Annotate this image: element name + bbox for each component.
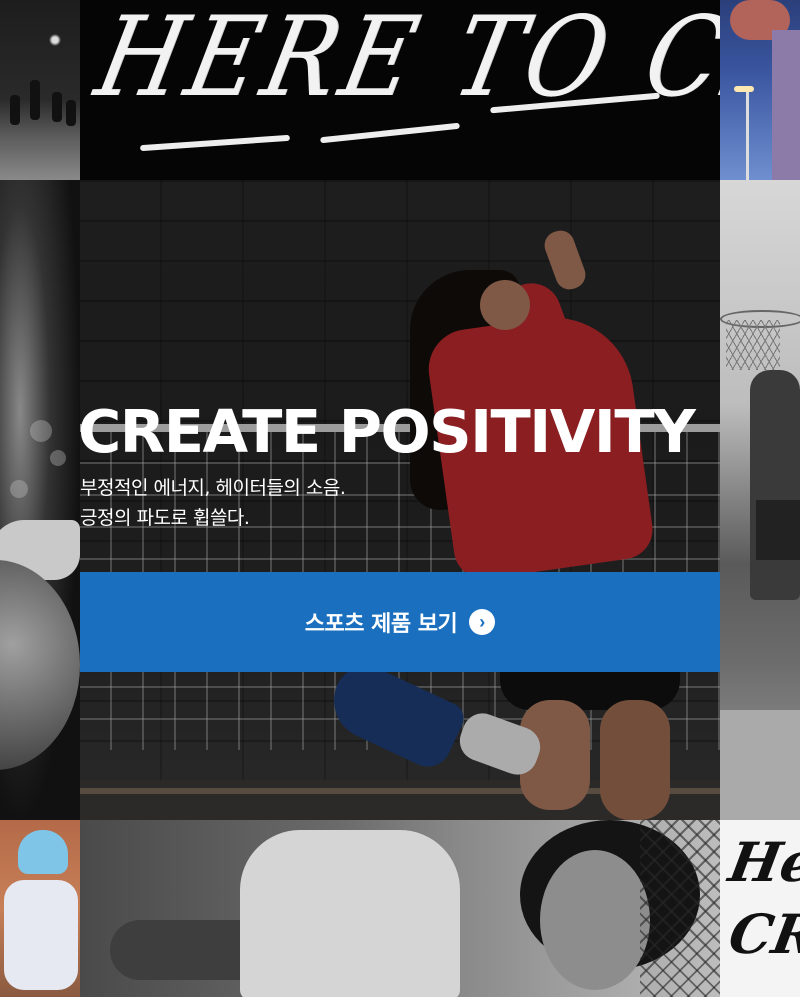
stadium-light — [734, 86, 754, 92]
smiling-face — [540, 850, 650, 990]
here-to-create-script: HERE TO CREATE — [86, 0, 720, 122]
light-pole — [746, 90, 749, 180]
bokeh-light — [50, 450, 66, 466]
chain-link-fence — [640, 820, 720, 997]
shorts-figure — [756, 500, 800, 560]
basketball-dunk-photo-tile — [720, 0, 800, 180]
basketball-icon — [0, 560, 80, 770]
player-figure — [30, 80, 40, 120]
football-photo-tile — [0, 0, 80, 180]
team-smile-photo-tile — [80, 820, 720, 997]
bokeh-light — [30, 420, 52, 442]
here-to-create-banner: HERE TO CREATE — [80, 0, 720, 180]
shirt-figure — [240, 830, 460, 997]
cta-label: 스포츠 제품 보기 — [304, 612, 458, 637]
shop-sports-products-button[interactable]: 스포츠 제품 보기 › — [80, 572, 720, 672]
logo-text-1: He — [724, 830, 800, 894]
athlete-figure — [750, 370, 800, 600]
player-figure — [772, 30, 800, 180]
chevron-right-circle-icon: › — [469, 609, 496, 635]
campaign-body-line-2: 긍정의 파도로 휩쓸다. — [80, 507, 250, 529]
court-floor — [720, 710, 800, 820]
bokeh-light — [10, 480, 28, 498]
campaign-body-line-1: 부정적인 에너지, 헤이터들의 소음. — [80, 477, 346, 499]
uniform-figure — [4, 880, 78, 990]
softball-slide-photo-tile — [0, 820, 80, 997]
logo-text-2: CR — [724, 902, 800, 966]
campaign-headline: CREATE POSITIVITY — [78, 397, 696, 466]
player-figure — [10, 95, 20, 125]
hoop-net — [726, 320, 780, 370]
player-figure — [52, 92, 62, 122]
player-figure — [66, 100, 76, 126]
hoop-dunk-photo-tile — [720, 180, 800, 820]
basketball-hand-photo-tile: all-cou — [0, 180, 80, 820]
here-to-create-logo-tile: He CR — [720, 820, 800, 997]
helmet-figure — [18, 830, 68, 874]
